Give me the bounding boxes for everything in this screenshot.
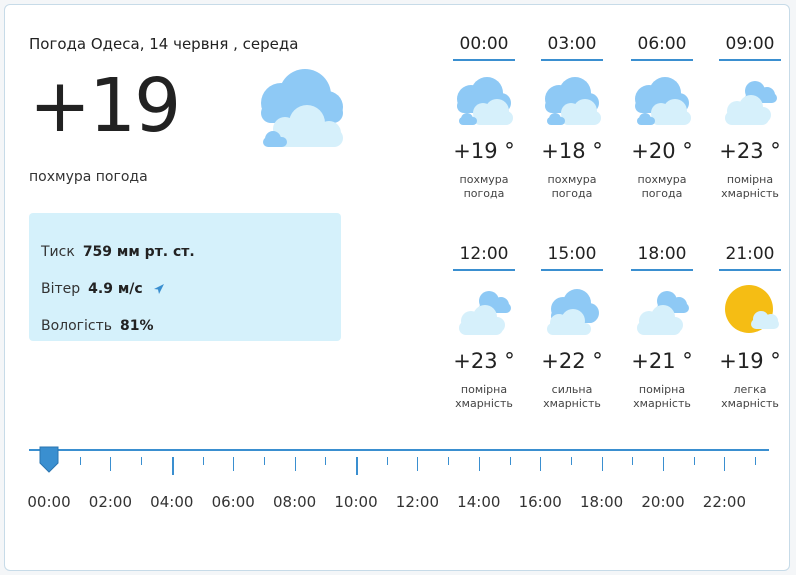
cloudy-icon <box>547 289 599 335</box>
slider-tick <box>171 457 174 475</box>
slot-condition: помірна хмарність <box>721 173 779 200</box>
slider-tick <box>233 457 235 471</box>
slider-tick <box>601 457 603 471</box>
hourly-slot: 06:00 +20 ° похмура погода <box>617 31 707 203</box>
slider-tick <box>448 457 450 465</box>
slot-temperature: +21 ° <box>631 349 693 373</box>
slider-tick <box>478 457 480 471</box>
wind-row: Вітер 4.9 м/с <box>41 270 329 307</box>
slider-tick <box>141 457 143 465</box>
slider-tick <box>724 457 726 471</box>
slider-tick <box>693 457 695 465</box>
slot-condition: похмура погода <box>637 173 687 200</box>
slider-time-label[interactable]: 06:00 <box>212 493 255 511</box>
slot-condition: сильна хмарність <box>543 383 601 410</box>
wind-direction-icon <box>153 283 164 294</box>
slider-time-label[interactable]: 10:00 <box>334 493 377 511</box>
current-temperature: +19 <box>29 63 181 149</box>
slot-temperature: +23 ° <box>719 139 781 163</box>
slot-condition: помірна хмарність <box>633 383 691 410</box>
pressure-value: 759 мм рт. ст. <box>82 243 195 260</box>
sun-cloud-icon <box>725 285 779 333</box>
slider-tick <box>110 457 112 471</box>
slot-temperature: +23 ° <box>453 349 515 373</box>
slider-time-label[interactable]: 02:00 <box>89 493 132 511</box>
slider-tick <box>570 457 572 465</box>
humidity-value: 81% <box>120 317 154 334</box>
slider-tick <box>294 457 296 471</box>
slider-tick <box>663 457 664 471</box>
hourly-slot: 09:00 +23 ° помірна хмарність <box>705 31 795 203</box>
slider-time-label[interactable]: 12:00 <box>396 493 439 511</box>
partly-cloudy-icon <box>637 291 689 335</box>
overcast-icon <box>635 77 691 125</box>
slider-tick <box>417 457 419 471</box>
slot-condition: похмура погода <box>459 173 509 200</box>
partly-cloudy-icon <box>725 81 777 125</box>
humidity-label: Вологість <box>41 317 113 334</box>
slot-time: 15:00 <box>541 241 603 271</box>
slot-temperature: +19 ° <box>719 349 781 373</box>
slider-tick <box>755 457 757 465</box>
slot-time: 12:00 <box>453 241 515 271</box>
slider-time-label[interactable]: 08:00 <box>273 493 316 511</box>
time-slider[interactable]: 00:00 02:00 04:00 06:00 08:00 10:00 12:00 14:00… <box>27 446 769 519</box>
slot-temperature: +22 ° <box>541 349 603 373</box>
slider-tick <box>540 457 542 471</box>
slider-tick <box>263 457 265 465</box>
slot-time: 21:00 <box>719 241 781 271</box>
slider-time-label[interactable]: 22:00 <box>703 493 746 511</box>
current-condition: похмура погода <box>29 169 148 185</box>
slot-temperature: +18 ° <box>541 139 603 163</box>
slot-condition: помірна хмарність <box>455 383 513 410</box>
pressure-label: Тиск <box>41 243 75 260</box>
humidity-row: Вологість 81% <box>41 307 329 344</box>
slider-time-label[interactable]: 00:00 <box>27 493 70 511</box>
slot-time: 03:00 <box>541 31 603 61</box>
slot-condition: похмура погода <box>547 173 597 200</box>
overcast-icon <box>457 77 513 125</box>
hourly-slot: 15:00 +22 ° сильна хмарність <box>527 241 617 413</box>
slider-time-label[interactable]: 16:00 <box>519 493 562 511</box>
hourly-slot: 18:00 +21 ° помірна хмарність <box>617 241 707 413</box>
slider-tick <box>356 457 358 475</box>
cloudy-icon <box>261 69 343 147</box>
pressure-row: Тиск 759 мм рт. ст. <box>41 233 329 270</box>
page-title: Погода Одеса, 14 червня , середа <box>29 35 299 53</box>
hourly-slot: 00:00 +19 ° похмура погода <box>439 31 529 203</box>
hourly-slot: 12:00 +23 ° помірна хмарність <box>439 241 529 413</box>
slider-time-label[interactable]: 14:00 <box>457 493 500 511</box>
slider-tick <box>325 457 327 465</box>
wind-value: 4.9 м/с <box>88 280 143 297</box>
slider-tick <box>202 457 204 465</box>
slot-time: 18:00 <box>631 241 693 271</box>
slider-tick <box>386 457 388 465</box>
hourly-slot: 21:00 +19 ° легка хмарність <box>705 241 795 413</box>
slot-time: 06:00 <box>631 31 693 61</box>
wind-label: Вітер <box>41 280 81 297</box>
slider-time-label[interactable]: 18:00 <box>580 493 623 511</box>
partly-cloudy-icon <box>459 291 511 335</box>
slider-track[interactable] <box>29 449 769 451</box>
slider-time-label[interactable]: 20:00 <box>641 493 684 511</box>
slot-temperature: +19 ° <box>453 139 515 163</box>
slider-time-label[interactable]: 04:00 <box>150 493 193 511</box>
overcast-icon <box>545 77 601 125</box>
slot-temperature: +20 ° <box>631 139 693 163</box>
weather-card: Погода Одеса, 14 червня , середа +19 пох… <box>4 4 790 571</box>
slider-tick <box>632 457 634 465</box>
slot-condition: легка хмарність <box>721 383 779 410</box>
slider-tick <box>509 457 511 465</box>
details-panel: Тиск 759 мм рт. ст. Вітер 4.9 м/с Вологі… <box>29 213 341 341</box>
slot-time: 00:00 <box>453 31 515 61</box>
hourly-slot: 03:00 +18 ° похмура погода <box>527 31 617 203</box>
slider-tick <box>79 457 81 465</box>
slider-handle[interactable] <box>38 445 60 473</box>
slot-time: 09:00 <box>719 31 781 61</box>
